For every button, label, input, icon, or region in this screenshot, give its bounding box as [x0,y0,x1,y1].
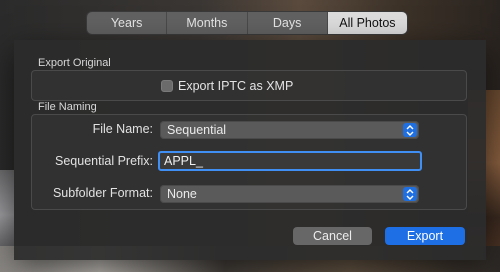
export-iptc-checkbox[interactable] [161,80,173,92]
export-original-section-label: Export Original [38,57,111,69]
export-dialog: Export Original Export IPTC as XMP File … [14,40,486,260]
sequential-prefix-field[interactable] [158,151,422,171]
file-naming-section-label: File Naming [38,101,97,113]
file-name-value: Sequential [167,123,227,137]
segment-all-photos[interactable]: All Photos [327,12,407,34]
segment-days[interactable]: Days [248,12,328,34]
file-name-popup[interactable]: Sequential [160,121,419,139]
export-iptc-checkbox-row[interactable]: Export IPTC as XMP [161,79,293,93]
export-button[interactable]: Export [385,227,465,245]
subfolder-format-label: Subfolder Format: [52,186,153,200]
chevron-up-down-icon [403,123,417,137]
segment-years[interactable]: Years [87,12,168,34]
view-segmented-control: Years Months Days All Photos [87,12,407,34]
subfolder-format-value: None [167,187,197,201]
chevron-up-down-icon [403,187,417,201]
subfolder-format-popup[interactable]: None [160,185,419,203]
file-name-label: File Name: [92,122,153,136]
segment-months[interactable]: Months [167,12,248,34]
sequential-prefix-label: Sequential Prefix: [55,154,153,168]
cancel-button[interactable]: Cancel [293,227,372,245]
export-iptc-label[interactable]: Export IPTC as XMP [178,79,293,93]
